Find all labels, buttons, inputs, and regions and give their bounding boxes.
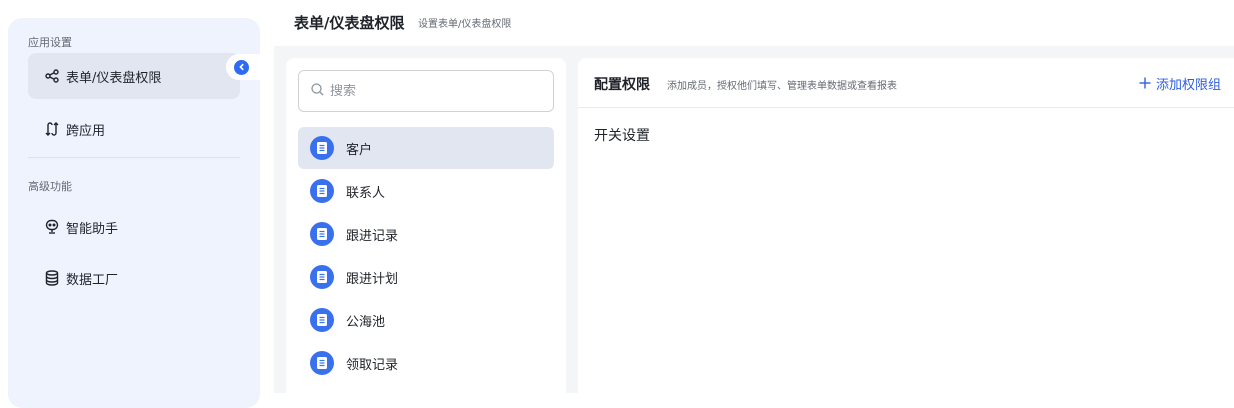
switch-settings-heading: 开关设置 bbox=[594, 128, 650, 144]
sidebar-item-cross-app[interactable]: 跨应用 bbox=[28, 106, 240, 152]
sidebar-item-form-permissions[interactable]: 表单/仪表盘权限 bbox=[28, 53, 240, 99]
form-list-item-label: 领取记录 bbox=[346, 357, 399, 373]
form-list-item[interactable]: 跟进计划 bbox=[298, 256, 554, 298]
form-list-item-label: 公海池 bbox=[346, 314, 386, 330]
form-list-item[interactable]: 客户 bbox=[298, 127, 554, 169]
form-list-item-label: 跟进计划 bbox=[346, 271, 399, 287]
form-document-icon bbox=[310, 179, 334, 203]
search-icon bbox=[311, 82, 324, 100]
share-nodes-icon bbox=[44, 68, 60, 84]
sidebar-item-label: 跨应用 bbox=[66, 123, 106, 139]
form-document-icon bbox=[310, 265, 334, 289]
form-list-item[interactable]: 公海池 bbox=[298, 299, 554, 341]
sidebar-item-data-factory[interactable]: 数据工厂 bbox=[28, 255, 240, 301]
permission-header: 配置权限 添加成员，授权他们填写、管理表单数据或查看报表 添加权限组 bbox=[578, 58, 1234, 108]
robot-icon bbox=[44, 219, 60, 235]
form-list-item-label: 跟进记录 bbox=[346, 228, 399, 244]
sidebar-group-title-app-settings: 应用设置 bbox=[28, 36, 72, 49]
sidebar-group-title-advanced: 高级功能 bbox=[28, 180, 72, 193]
permission-title: 配置权限 bbox=[594, 77, 650, 93]
search-box[interactable] bbox=[298, 70, 554, 112]
search-input[interactable] bbox=[330, 83, 530, 99]
form-document-icon bbox=[310, 308, 334, 332]
form-document-icon bbox=[310, 136, 334, 160]
form-document-icon bbox=[310, 351, 334, 375]
form-document-icon bbox=[310, 222, 334, 246]
permission-description: 添加成员，授权他们填写、管理表单数据或查看报表 bbox=[667, 81, 897, 92]
sidebar: 应用设置 表单/仪表盘权限 跨应用 高级功能 智能助手 数据工厂 bbox=[8, 18, 260, 408]
sidebar-item-label: 表单/仪表盘权限 bbox=[66, 70, 162, 86]
form-list-panel: 客户 联系人 跟进记录 跟进计划 公海池 领取记录 bbox=[286, 58, 566, 393]
plus-icon bbox=[1139, 77, 1151, 91]
add-permission-group-label: 添加权限组 bbox=[1155, 78, 1221, 93]
sidebar-collapse-button[interactable] bbox=[226, 54, 262, 80]
permission-panel: 配置权限 添加成员，授权他们填写、管理表单数据或查看报表 添加权限组 开关设置 bbox=[578, 58, 1234, 393]
form-list-item[interactable]: 领取记录 bbox=[298, 342, 554, 384]
page-subtitle: 设置表单/仪表盘权限 bbox=[418, 19, 512, 30]
page-title: 表单/仪表盘权限 bbox=[294, 14, 405, 32]
sidebar-item-label: 智能助手 bbox=[66, 221, 119, 237]
cross-app-icon bbox=[44, 121, 60, 137]
add-permission-group-button[interactable]: 添加权限组 bbox=[1139, 74, 1221, 93]
form-list-item[interactable]: 跟进记录 bbox=[298, 213, 554, 255]
database-icon bbox=[44, 270, 60, 286]
sidebar-item-smart-assistant[interactable]: 智能助手 bbox=[28, 204, 240, 250]
chevron-left-icon bbox=[234, 59, 249, 75]
form-list-item-label: 客户 bbox=[346, 142, 373, 158]
sidebar-divider bbox=[28, 157, 240, 158]
form-list-item-label: 联系人 bbox=[346, 185, 386, 201]
form-list-item[interactable]: 联系人 bbox=[298, 170, 554, 212]
sidebar-item-label: 数据工厂 bbox=[66, 272, 119, 288]
